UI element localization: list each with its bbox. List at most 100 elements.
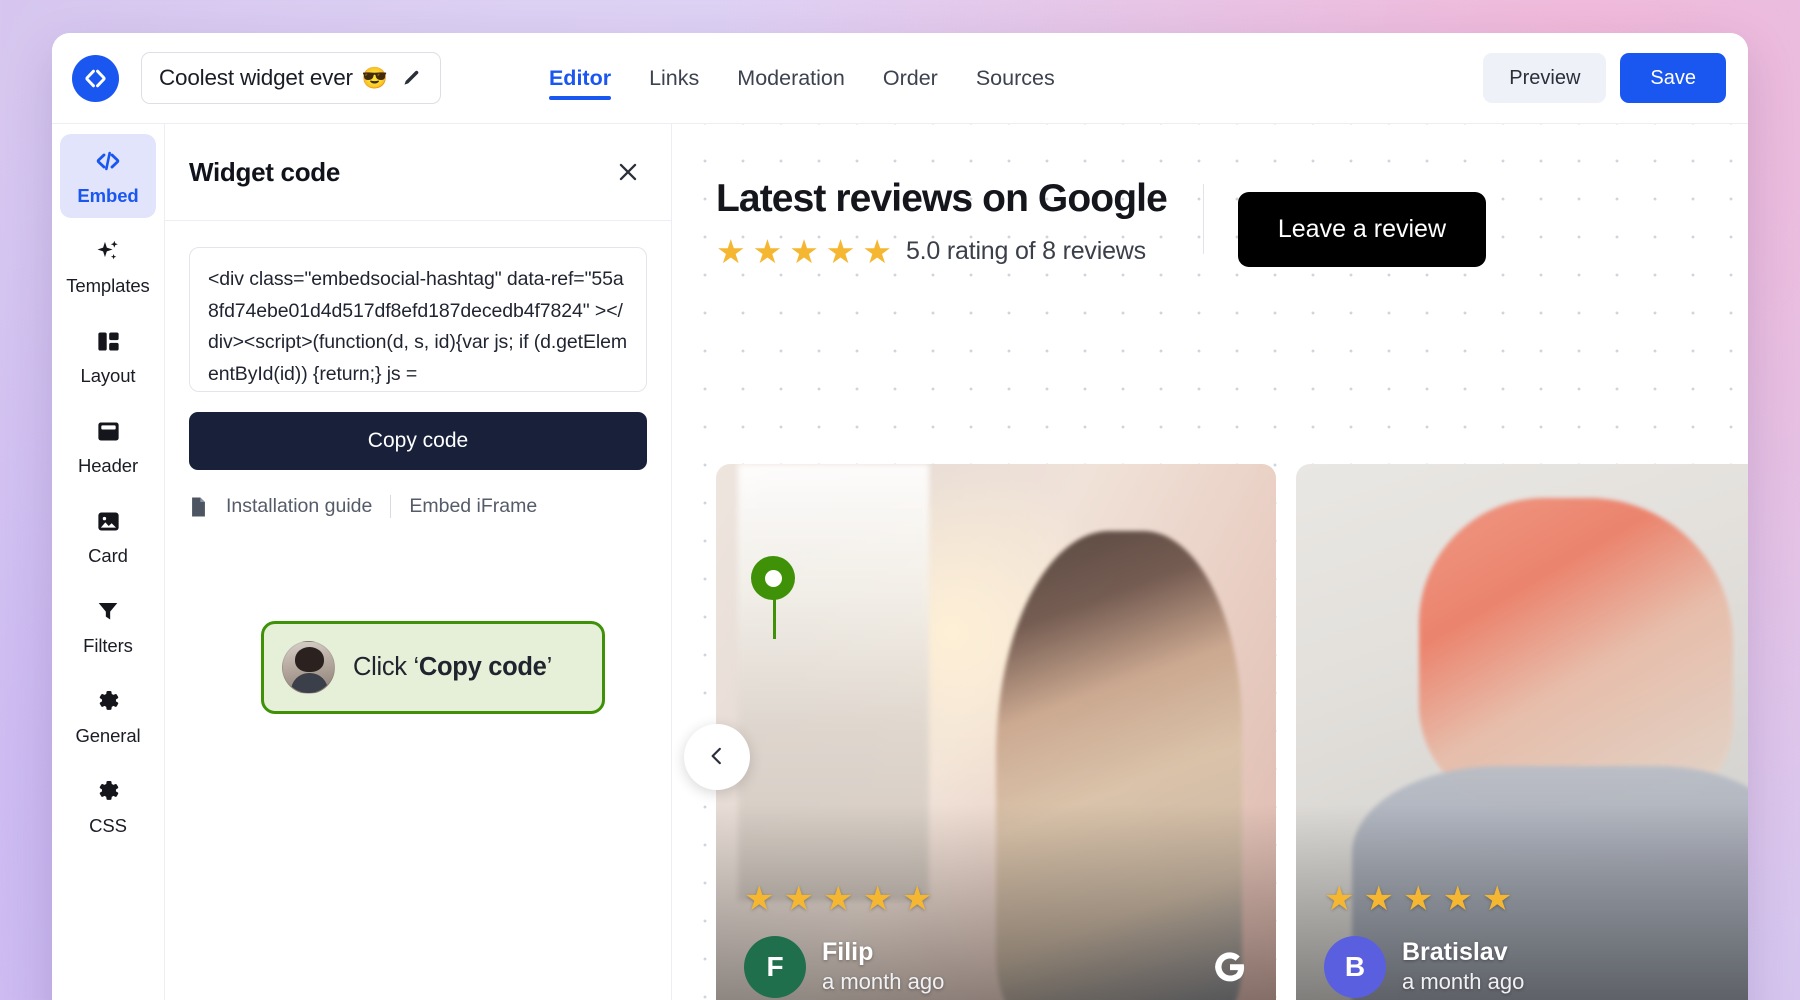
star-icon: ★ [1363,880,1394,918]
tab-links[interactable]: Links [649,33,699,123]
widget-code-panel: Widget code <div class="embedsocial-hash… [164,124,795,1000]
star-icon: ★ [744,880,775,918]
sparkles-icon [94,236,122,266]
star-icon: ★ [752,232,783,270]
star-icon: ★ [1481,880,1513,918]
sidebar-item-layout[interactable]: Layout [60,314,156,398]
widget-preview-area: Latest reviews on Google ★ ★ ★ ★ ★ 5.0 r… [672,124,1748,1000]
code-snippet-text: <div class="embedsocial-hashtag" data-re… [208,268,627,385]
sidebar-item-header[interactable]: Header [60,404,156,488]
tab-sources[interactable]: Sources [976,33,1055,123]
avatar: B [1324,936,1386,998]
review-time: a month ago [822,969,945,995]
sidebar-rail: Embed Templates Layout Header Card Filte… [52,124,164,1000]
widget-code-content: <div class="embedsocial-hashtag" data-re… [165,221,671,518]
target-dot-marker-icon [751,556,795,600]
code-brackets-icon [94,146,122,176]
gear-icon [94,686,122,716]
chevron-left-icon [704,743,730,772]
star-icon: ★ [901,880,933,918]
sidebar-item-label: CSS [89,815,127,836]
review-card-footer: ★ ★ ★ ★ ★ B Bratislav a month ago [1324,882,1748,998]
funnel-icon [95,596,121,626]
app-body: Embed Templates Layout Header Card Filte… [52,123,1748,1000]
sidebar-item-templates[interactable]: Templates [60,224,156,308]
sidebar-item-label: Embed [77,185,139,206]
document-icon [189,496,208,518]
code-snippet-box[interactable]: <div class="embedsocial-hashtag" data-re… [189,247,647,392]
sidebar-item-general[interactable]: General [60,674,156,758]
callout-text-prefix: Click [353,653,414,681]
image-card-icon [95,506,122,536]
star-icon: ★ [825,232,856,270]
review-card-footer: ★ ★ ★ ★ ★ F Filip a month ago [744,882,1248,998]
star-icon: ★ [1442,880,1473,918]
header-bar-icon [95,416,122,446]
google-g-icon [1212,949,1248,990]
review-author: B Bratislav a month ago [1324,936,1748,998]
rating-row: ★ ★ ★ ★ ★ 5.0 rating of 8 reviews [716,235,1167,268]
app-window: Coolest widget ever 😎 Editor Links Moder… [52,33,1748,1000]
rating-stars: ★ ★ ★ ★ ★ [716,235,892,268]
tab-moderation[interactable]: Moderation [737,33,845,123]
gear-icon [94,776,122,806]
author-name: Filip [822,938,874,967]
sunglasses-emoji: 😎 [361,66,388,90]
sidebar-item-filters[interactable]: Filters [60,584,156,668]
widget-heading-group: Latest reviews on Google ★ ★ ★ ★ ★ 5.0 r… [716,177,1203,268]
close-icon[interactable] [611,155,645,189]
sidebar-item-card[interactable]: Card [60,494,156,578]
review-card[interactable]: ★ ★ ★ ★ ★ B Bratislav a month ago [1296,464,1748,1000]
sidebar-item-embed[interactable]: Embed [60,134,156,218]
star-icon: ★ [1402,880,1434,918]
author-meta: Filip a month ago [822,937,944,997]
preview-button[interactable]: Preview [1483,53,1607,103]
tab-order[interactable]: Order [883,33,938,123]
author-name: Bratislav [1402,938,1508,967]
star-icon: ★ [822,880,854,918]
star-icon: ★ [862,232,892,270]
sidebar-item-label: General [75,725,141,746]
author-meta: Bratislav a month ago [1402,937,1524,997]
link-divider [390,495,392,518]
panel-links-row: Installation guide Embed iFrame [189,495,647,518]
header-divider [1202,184,1204,254]
star-icon: ★ [1324,880,1355,918]
topbar-actions: Preview Save [1483,53,1726,103]
sidebar-item-css[interactable]: CSS [60,764,156,848]
star-icon: ★ [862,880,893,918]
sidebar-item-label: Header [77,455,139,476]
sidebar-item-label: Templates [66,275,150,296]
widget-title-text: Coolest widget ever [159,65,353,90]
copy-code-callout: Click ‘Copy code’ [261,621,605,714]
sidebar-item-label: Layout [80,365,136,386]
review-author: F Filip a month ago [744,936,1248,998]
carousel-prev-button[interactable] [684,724,750,790]
panel-title: Widget code [189,156,341,187]
star-icon: ★ [789,232,819,270]
widget-preview-header: Latest reviews on Google ★ ★ ★ ★ ★ 5.0 r… [672,124,1748,268]
top-bar: Coolest widget ever 😎 Editor Links Moder… [52,33,1748,123]
save-button[interactable]: Save [1620,53,1726,103]
layout-grid-icon [95,326,122,356]
leave-a-review-button[interactable]: Leave a review [1237,192,1487,267]
rating-summary-text: 5.0 rating of 8 reviews [905,236,1146,265]
main-nav-tabs: Editor Links Moderation Order Sources [548,33,1055,123]
review-card[interactable]: ★ ★ ★ ★ ★ F Filip a month ago [716,464,1276,1000]
avatar: F [744,936,806,998]
callout-text-bold: Copy code [418,653,547,681]
embed-iframe-link[interactable]: Embed iFrame [409,495,537,518]
tab-editor[interactable]: Editor [548,33,612,123]
star-icon: ★ [716,232,746,270]
callout-text: Click ‘Copy code’ [353,653,552,682]
reviews-carousel: ★ ★ ★ ★ ★ F Filip a month ago ★ ★ ★ ★ ★ … [716,464,1748,1000]
callout-quote-close: ’ [546,653,553,681]
code-chevrons-logo-icon[interactable] [72,54,119,102]
star-icon: ★ [783,880,814,918]
copy-code-button[interactable]: Copy code [189,412,647,470]
page-title: Latest reviews on Google [716,177,1168,220]
sidebar-item-label: Filters [83,635,133,656]
pencil-icon[interactable] [401,67,423,89]
installation-guide-link[interactable]: Installation guide [226,495,372,518]
widget-title-field[interactable]: Coolest widget ever 😎 [141,52,441,104]
